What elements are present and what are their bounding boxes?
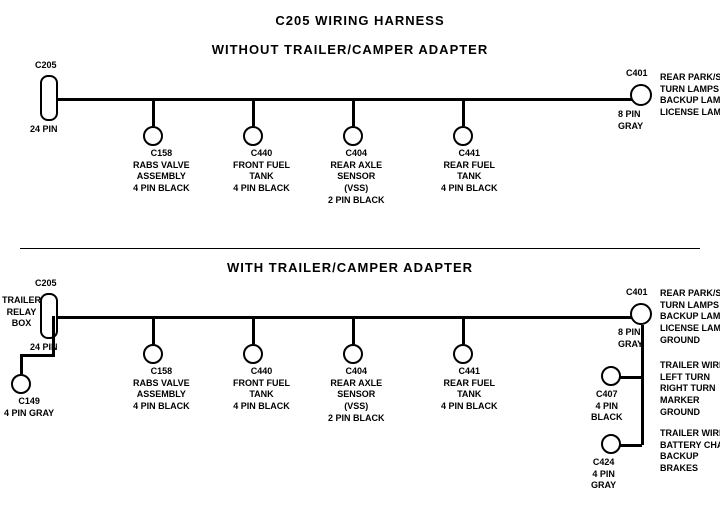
- c441-top-vline: [462, 98, 465, 126]
- c205-bot-connector: [40, 293, 58, 339]
- c407-connector: [601, 366, 621, 386]
- c205-bot-label: C205: [35, 278, 57, 290]
- c407-hline: [620, 376, 642, 379]
- c440-bot-label: C440FRONT FUELTANK4 PIN BLACK: [233, 366, 290, 413]
- c440-top-label: C440FRONT FUELTANK4 PIN BLACK: [233, 148, 290, 195]
- c401-top-sublabel: 8 PINGRAY: [618, 109, 643, 132]
- c401-top-connector: [630, 84, 652, 106]
- c158-bot-vline: [152, 316, 155, 344]
- c404-top-label: C404REAR AXLESENSOR(VSS)2 PIN BLACK: [328, 148, 385, 206]
- c205-top-sublabel: 24 PIN: [30, 124, 58, 136]
- section-divider: [20, 248, 700, 249]
- section2-label: WITH TRAILER/CAMPER ADAPTER: [150, 260, 550, 275]
- c158-top-connector: [143, 126, 163, 146]
- c424-hline: [620, 444, 642, 447]
- c149-label: C1494 PIN GRAY: [4, 396, 54, 419]
- trailer-relay-hline: [20, 354, 55, 357]
- trailer-relay-label: TRAILERRELAYBOX: [2, 295, 41, 330]
- bot-main-hline: [55, 316, 645, 319]
- c205-top-connector: [40, 75, 58, 121]
- c441-top-connector: [453, 126, 473, 146]
- c440-top-connector: [243, 126, 263, 146]
- c149-vline: [20, 354, 23, 374]
- trailer-relay-vline1: [52, 316, 55, 354]
- c407-label: C4074 PINBLACK: [591, 389, 623, 424]
- c441-bot-vline: [462, 316, 465, 344]
- c404-top-connector: [343, 126, 363, 146]
- c424-right-label: TRAILER WIRESBATTERY CHARGEBACKUPBRAKES: [660, 428, 720, 475]
- wiring-diagram: C205 WIRING HARNESS WITHOUT TRAILER/CAMP…: [0, 0, 720, 500]
- c440-bot-vline: [252, 316, 255, 344]
- c424-label: C4244 PINGRAY: [591, 457, 616, 492]
- c404-top-vline: [352, 98, 355, 126]
- c441-bot-connector: [453, 344, 473, 364]
- c401-bot-right-label: REAR PARK/STOPTURN LAMPSBACKUP LAMPSLICE…: [660, 288, 720, 346]
- right-vline-bot: [641, 325, 644, 445]
- c441-bot-label: C441REAR FUELTANK4 PIN BLACK: [441, 366, 498, 413]
- page-title: C205 WIRING HARNESS: [0, 5, 720, 28]
- c401-top-label: C401: [626, 68, 648, 80]
- c441-top-label: C441REAR FUELTANK4 PIN BLACK: [441, 148, 498, 195]
- c401-bot-label: C401: [626, 287, 648, 299]
- c404-bot-vline: [352, 316, 355, 344]
- c401-bot-sublabel: 8 PINGRAY: [618, 327, 643, 350]
- c158-bot-label: C158RABS VALVEASSEMBLY4 PIN BLACK: [133, 366, 190, 413]
- top-main-hline: [55, 98, 645, 101]
- c401-bot-connector: [630, 303, 652, 325]
- c401-top-right-label: REAR PARK/STOPTURN LAMPSBACKUP LAMPSLICE…: [660, 72, 720, 119]
- c440-top-vline: [252, 98, 255, 126]
- c205-top-label: C205: [35, 60, 57, 72]
- c149-connector: [11, 374, 31, 394]
- c158-top-vline: [152, 98, 155, 126]
- section1-label: WITHOUT TRAILER/CAMPER ADAPTER: [150, 42, 550, 57]
- c424-connector: [601, 434, 621, 454]
- c404-bot-connector: [343, 344, 363, 364]
- c158-top-label: C158RABS VALVEASSEMBLY4 PIN BLACK: [133, 148, 190, 195]
- c158-bot-connector: [143, 344, 163, 364]
- c440-bot-connector: [243, 344, 263, 364]
- c404-bot-label: C404REAR AXLESENSOR(VSS)2 PIN BLACK: [328, 366, 385, 424]
- c407-right-label: TRAILER WIRESLEFT TURNRIGHT TURNMARKERGR…: [660, 360, 720, 418]
